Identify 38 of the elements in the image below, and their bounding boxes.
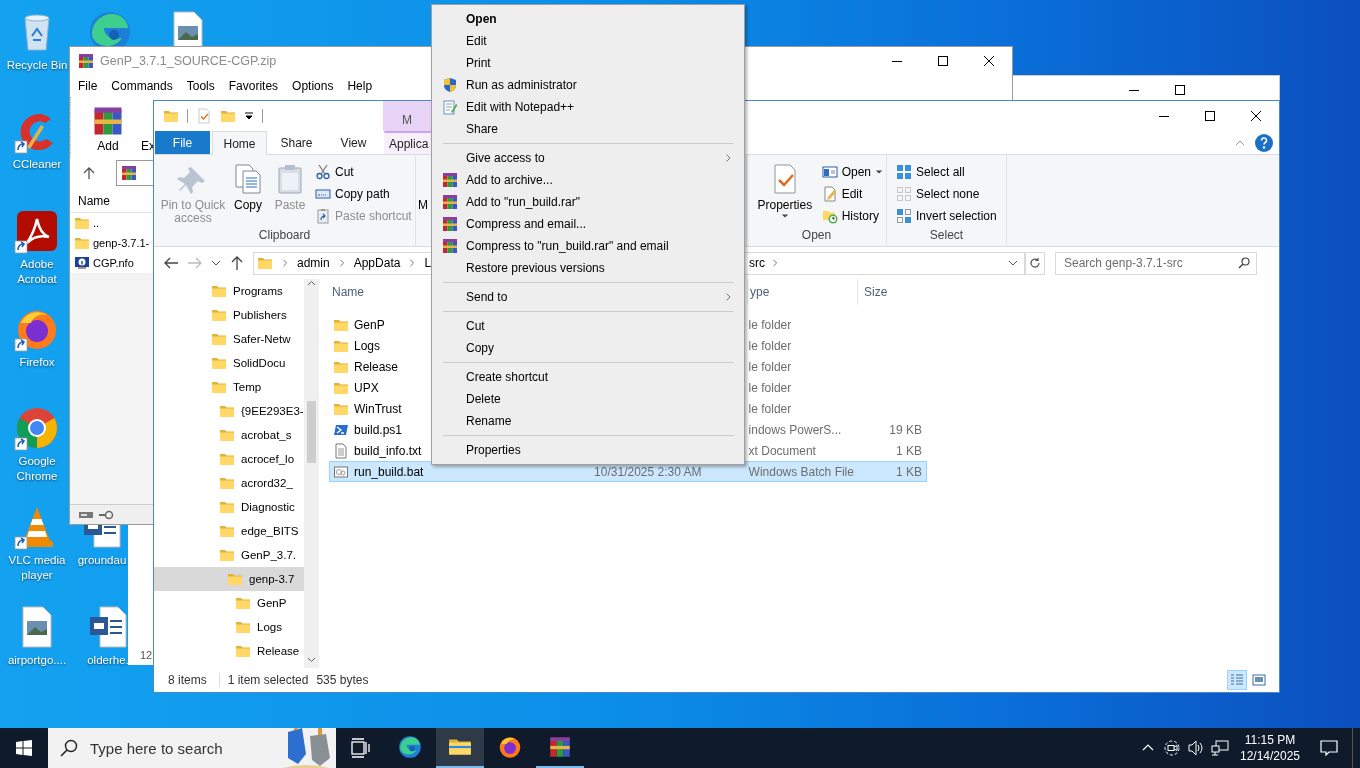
icon-label: Recycle Bin (5, 58, 69, 73)
size-cell: 1 KB (896, 443, 922, 458)
type-cell: le folder (748, 401, 792, 416)
type-cell: le folder (748, 359, 792, 374)
size-cell: 19 KB (889, 422, 922, 437)
file-name: Logs (354, 338, 381, 353)
icon-label: olderhe. (86, 653, 130, 668)
icon-label: airportgo.... (6, 653, 68, 668)
context-tab-header: M (402, 113, 412, 127)
selection-status: 1 item selected (227, 673, 309, 687)
date-cell: 10/31/2025 2:30 AM (594, 464, 702, 479)
file-name: GenP (354, 317, 385, 332)
type-cell: indows PowerS... (748, 422, 842, 437)
file-name: WinTrust (354, 401, 402, 416)
group-label: Clipboard (258, 228, 311, 242)
file-name: UPX (354, 380, 379, 395)
icon-label: CCleaner (11, 157, 63, 172)
type-cell: le folder (748, 380, 792, 395)
size-cell: 1 KB (896, 464, 922, 479)
window-title: GenP_3.7.1_SOURCE-CGP.zip (100, 54, 277, 68)
group-label: Open (801, 228, 832, 242)
icon-label: Adobe Acrobat (16, 257, 58, 287)
file-name: Release (354, 359, 399, 374)
icon-label: Google Chrome (15, 454, 59, 484)
item-count: 8 items (168, 673, 207, 687)
type-cell: le folder (748, 317, 792, 332)
type-cell: Windows Batch File (748, 464, 854, 479)
file-name: build_info.txt (354, 443, 422, 458)
window-text: 12 (140, 649, 153, 661)
icon-label: Firefox (18, 355, 56, 370)
icon-label: VLC media player (7, 553, 67, 583)
file-name: run_build.bat (354, 464, 424, 479)
group-label: Select (929, 228, 964, 242)
type-cell: le folder (748, 338, 792, 353)
icon-label: groundau (76, 553, 128, 568)
file-name: build.ps1 (354, 422, 403, 437)
type-cell: xt Document (748, 443, 816, 458)
selection-size: 535 bytes (316, 673, 369, 687)
